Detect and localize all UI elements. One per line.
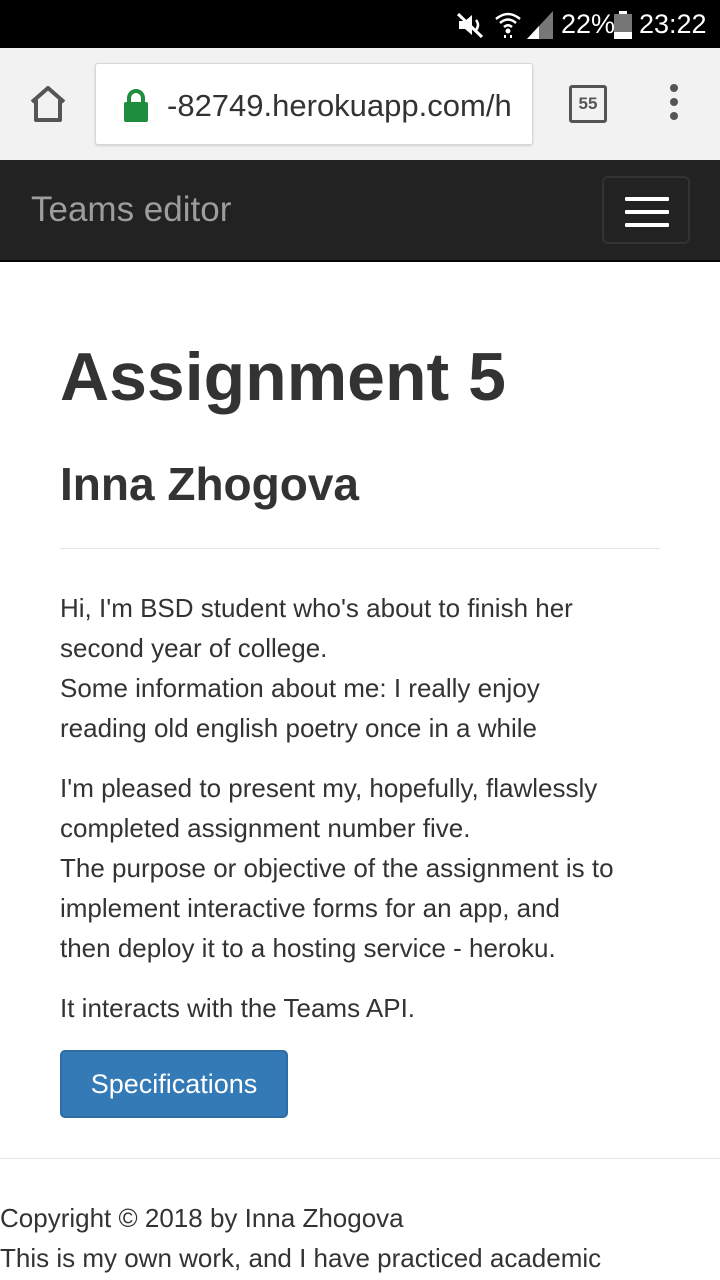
- footer: Copyright © 2018 by Inna Zhogova This is…: [0, 1198, 720, 1278]
- address-bar[interactable]: -82749.herokuapp.com/h: [95, 63, 533, 145]
- lock-icon: [124, 89, 148, 122]
- mute-icon: [456, 12, 484, 39]
- browser-toolbar: -82749.herokuapp.com/h 55: [0, 48, 720, 160]
- intro-paragraph: Hi, I'm BSD student who's about to finis…: [60, 588, 660, 748]
- footer-divider: [0, 1158, 720, 1159]
- navbar: Teams editor: [0, 160, 720, 262]
- more-vertical-icon[interactable]: [664, 84, 684, 124]
- wifi-icon: [495, 12, 521, 38]
- description-line: The purpose or objective of the assignme…: [60, 853, 614, 883]
- author-name: Inna Zhogova: [60, 458, 359, 510]
- api-note: It interacts with the Teams API.: [60, 993, 416, 1023]
- copyright-text: Copyright © 2018 by Inna Zhogova: [0, 1203, 404, 1233]
- description-line: implement interactive forms for an app, …: [60, 893, 561, 923]
- intro-line: reading old english poetry once in a whi…: [60, 713, 537, 743]
- home-icon[interactable]: [24, 80, 72, 128]
- clock: 23:22: [639, 9, 707, 39]
- intro-line: Hi, I'm BSD student who's about to finis…: [60, 593, 573, 623]
- specifications-button[interactable]: Specifications: [60, 1050, 288, 1118]
- description-line: then deploy it to a hosting service - he…: [60, 933, 556, 963]
- signal-icon: [527, 11, 553, 39]
- hamburger-menu-button[interactable]: [602, 176, 690, 244]
- divider: [60, 548, 660, 549]
- description-paragraph: I'm pleased to present my, hopefully, fl…: [60, 768, 660, 968]
- intro-line: second year of college.: [60, 633, 328, 663]
- battery-percentage: 22%: [561, 9, 616, 39]
- description-line: I'm pleased to present my, hopefully, fl…: [60, 773, 598, 803]
- navbar-brand[interactable]: Teams editor: [31, 188, 231, 232]
- url-text[interactable]: -82749.herokuapp.com/h: [167, 86, 517, 126]
- tab-count: 55: [578, 94, 598, 113]
- hamburger-menu-icon: [625, 197, 669, 201]
- description-line: completed assignment number five.: [60, 813, 471, 843]
- intro-line: Some information about me: I really enjo…: [60, 673, 540, 703]
- battery-icon: [614, 11, 632, 39]
- academic-statement: This is my own work, and I have practice…: [0, 1243, 602, 1273]
- page-title: Assignment 5: [60, 339, 506, 415]
- status-bar: 22% 23:22: [0, 0, 720, 48]
- tabs-button[interactable]: 55: [569, 85, 607, 123]
